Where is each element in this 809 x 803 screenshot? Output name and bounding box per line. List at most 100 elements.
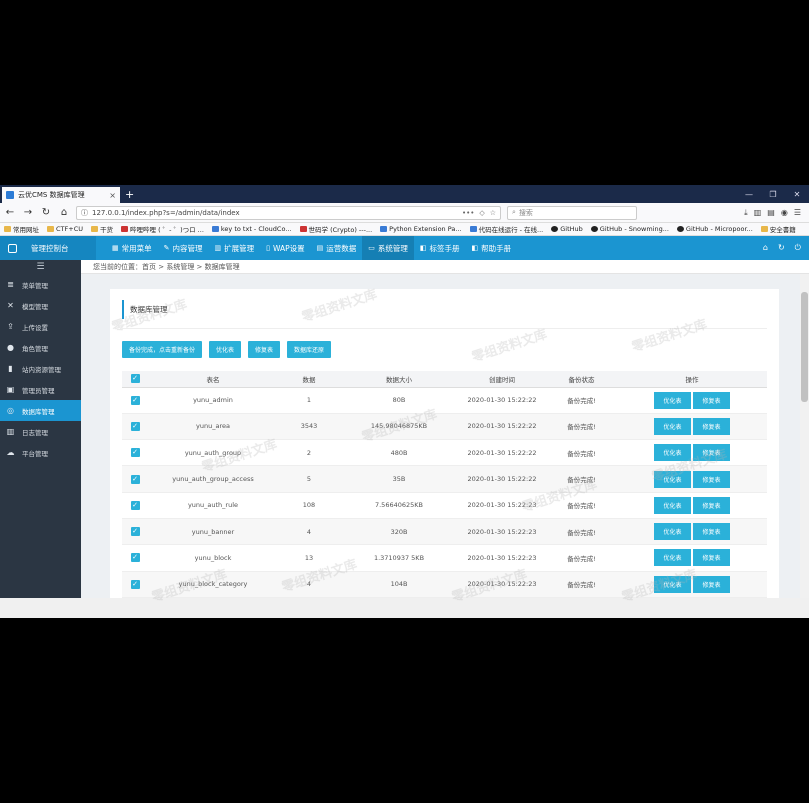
- sidebar-item[interactable]: ✕ 模型管理: [0, 295, 81, 316]
- optimize-button[interactable]: 优化表: [654, 391, 691, 409]
- menu-item[interactable]: ▤ 运营数据: [311, 236, 363, 260]
- bookmark-item[interactable]: 安全書籍: [760, 224, 796, 234]
- home-icon[interactable]: ⌂: [763, 243, 768, 253]
- row-checkbox[interactable]: ✓: [130, 553, 140, 563]
- optimize-all-button[interactable]: 优化表: [209, 341, 242, 358]
- repair-button[interactable]: 修复表: [693, 575, 730, 593]
- library-icon[interactable]: ▥: [754, 208, 762, 218]
- menu-item[interactable]: ✎ 内容管理: [158, 236, 209, 260]
- row-checkbox[interactable]: ✓: [130, 448, 140, 458]
- restore-icon[interactable]: ❐: [761, 190, 785, 199]
- menu-item[interactable]: ◧ 标签手册: [414, 236, 466, 260]
- brand: 管理控制台: [0, 236, 96, 260]
- menu-item[interactable]: ▦ 常用菜单: [106, 236, 158, 260]
- table-name-cell: yunu_auth_rule: [148, 492, 278, 519]
- repair-button[interactable]: 修复表: [693, 470, 730, 488]
- bookmark-label: 代码在线运行 - 在线...: [478, 226, 544, 234]
- search-input[interactable]: ⌕ 搜索: [507, 205, 637, 220]
- table-row: ✓ yunu_area 3543 145.98046875KB 2020-01-30 1…: [122, 413, 767, 441]
- download-icon[interactable]: ⤓: [744, 208, 748, 218]
- panel-title: 数据库管理: [122, 300, 767, 319]
- sidebar-item[interactable]: ▮ 站内资源管理: [0, 358, 81, 379]
- menu-item[interactable]: ▭ 系统管理: [362, 236, 414, 260]
- sidebar-item[interactable]: ◎ 数据库管理: [0, 400, 81, 421]
- sidebar-item[interactable]: ● 角色管理: [0, 337, 81, 358]
- sidebar-toggle-icon[interactable]: ☰: [0, 260, 81, 274]
- row-checkbox[interactable]: ✓: [130, 395, 140, 405]
- repair-all-button[interactable]: 修复表: [248, 341, 281, 358]
- sidebar-item[interactable]: ≣ 菜单管理: [0, 274, 81, 295]
- bookmark-item[interactable]: 世码学 (Crypto) ---...: [299, 224, 372, 234]
- actions-cell: 优化表修复表: [617, 413, 767, 441]
- close-tab-icon[interactable]: ×: [109, 191, 116, 200]
- repair-button[interactable]: 修复表: [693, 391, 730, 409]
- repair-button[interactable]: 修复表: [693, 523, 730, 541]
- select-all-checkbox[interactable]: ✓: [130, 374, 140, 384]
- refresh-icon[interactable]: ↻: [778, 243, 785, 253]
- scrollbar-thumb[interactable]: [801, 292, 808, 402]
- optimize-button[interactable]: 优化表: [654, 575, 691, 593]
- user-icon: ●: [7, 343, 14, 352]
- back-icon[interactable]: ←: [4, 207, 16, 218]
- home-icon[interactable]: ⌂: [58, 207, 70, 218]
- col-rows: 数据: [278, 371, 340, 388]
- menu-item[interactable]: ▯ WAP设置: [260, 236, 311, 260]
- bookmark-item[interactable]: 哔哩哔哩 ( ゜- ゜)つロ ...: [121, 224, 204, 234]
- pocket-icon[interactable]: ◇: [479, 209, 484, 217]
- bookmark-star-icon[interactable]: ☆: [490, 209, 496, 217]
- browser-tab[interactable]: 云优CMS 数据库管理 ×: [2, 187, 120, 203]
- optimize-button[interactable]: 优化表: [654, 444, 691, 462]
- sidebar-toggle-icon[interactable]: ▤: [767, 208, 775, 218]
- bookmark-item[interactable]: key to txt - CloudCo...: [211, 225, 292, 233]
- minimize-icon[interactable]: —: [737, 190, 761, 199]
- repair-button[interactable]: 修复表: [693, 549, 730, 567]
- bookmark-item[interactable]: GitHub - Micropoor...: [676, 225, 753, 233]
- created-cell: 2020-01-30 15:22:23: [458, 518, 546, 546]
- new-tab-icon[interactable]: +: [125, 188, 134, 201]
- restore-button[interactable]: 数据库还原: [287, 341, 332, 358]
- optimize-button[interactable]: 优化表: [654, 549, 691, 567]
- status-cell: 备份完成!: [546, 413, 617, 441]
- page-scrollbar[interactable]: [800, 274, 809, 598]
- row-checkbox[interactable]: ✓: [130, 527, 140, 537]
- optimize-button[interactable]: 优化表: [654, 417, 691, 435]
- table-name-cell: yunu_block: [148, 544, 278, 572]
- power-icon[interactable]: ⏻: [795, 243, 801, 253]
- bookmark-item[interactable]: 干货: [91, 224, 113, 234]
- actions-cell: 优化表修复表: [617, 465, 767, 493]
- bookmark-item[interactable]: 代码在线运行 - 在线...: [469, 224, 544, 234]
- bookmark-item[interactable]: GitHub: [551, 225, 583, 233]
- row-checkbox[interactable]: ✓: [130, 421, 140, 431]
- sidebar-item[interactable]: ⇪ 上传设置: [0, 316, 81, 337]
- bookmark-item[interactable]: Python Extension Pa...: [380, 225, 462, 233]
- row-checkbox[interactable]: ✓: [130, 500, 140, 510]
- row-checkbox[interactable]: ✓: [130, 579, 140, 589]
- browser-navbar: ← → ↻ ⌂ ⓘ 127.0.0.1/index.php?s=/admin/d…: [0, 203, 809, 223]
- optimize-button[interactable]: 优化表: [654, 523, 691, 541]
- created-cell: 2020-01-30 15:22:23: [458, 597, 546, 598]
- extension-icon[interactable]: ◉: [781, 208, 788, 218]
- bookmark-item[interactable]: GitHub - Snowming...: [590, 225, 669, 233]
- row-checkbox[interactable]: ✓: [130, 474, 140, 484]
- sidebar-item[interactable]: ☁ 平台管理: [0, 442, 81, 463]
- forward-icon[interactable]: →: [22, 207, 34, 218]
- sidebar-item[interactable]: ▣ 管理员管理: [0, 379, 81, 400]
- page-actions-icon[interactable]: •••: [462, 209, 474, 217]
- backup-button[interactable]: 备份完成，点击重新备份: [122, 341, 203, 358]
- reload-icon[interactable]: ↻: [40, 207, 52, 218]
- bookmark-item[interactable]: 常用网址: [4, 224, 39, 234]
- repair-button[interactable]: 修复表: [693, 444, 730, 462]
- optimize-button[interactable]: 优化表: [654, 470, 691, 488]
- optimize-button[interactable]: 优化表: [654, 496, 691, 514]
- menu-item[interactable]: ◧ 帮助手册: [466, 236, 518, 260]
- menu-item[interactable]: ▥ 扩展管理: [209, 236, 261, 260]
- checkbox-cell: ✓: [122, 387, 148, 414]
- url-bar[interactable]: ⓘ 127.0.0.1/index.php?s=/admin/data/inde…: [76, 205, 501, 220]
- sidebar-item[interactable]: ▥ 日志管理: [0, 421, 81, 442]
- menu-icon[interactable]: ☰: [794, 208, 801, 218]
- repair-button[interactable]: 修复表: [693, 496, 730, 514]
- col-created: 创建时间: [458, 371, 546, 388]
- repair-button[interactable]: 修复表: [693, 417, 730, 435]
- close-window-icon[interactable]: ✕: [785, 190, 809, 199]
- bookmark-item[interactable]: CTF+CU: [47, 225, 83, 233]
